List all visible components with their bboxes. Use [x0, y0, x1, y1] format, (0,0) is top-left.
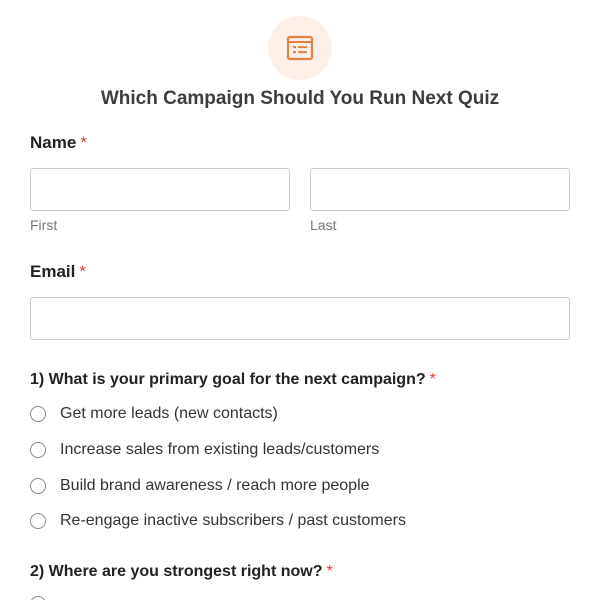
q1-option-awareness[interactable]: Build brand awareness / reach more peopl… [30, 475, 370, 497]
q1-option-reengage[interactable]: Re-engage inactive subscribers / past cu… [30, 510, 406, 532]
first-name-sublabel: First [30, 217, 58, 233]
last-name-sublabel: Last [310, 217, 337, 233]
form-title: Which Campaign Should You Run Next Quiz [100, 88, 500, 109]
question-1-label: 1) What is your primary goal for the nex… [30, 370, 436, 390]
question-2-label: 2) Where are you strongest right now? * [30, 562, 333, 582]
q1-option-leads[interactable]: Get more leads (new contacts) [30, 403, 278, 425]
first-name-input[interactable] [30, 168, 290, 211]
q1-option-sales[interactable]: Increase sales from existing leads/custo… [30, 439, 379, 461]
name-field-label: Name * [30, 133, 87, 153]
radio-button[interactable] [30, 442, 46, 458]
form-icon-badge [268, 16, 332, 80]
q1-option-label: Increase sales from existing leads/custo… [60, 441, 380, 458]
question-2-text: 2) Where are you strongest right now? [30, 563, 323, 580]
radio-button[interactable] [30, 478, 46, 494]
last-name-input[interactable] [310, 168, 570, 211]
required-asterisk: * [79, 262, 86, 281]
question-1-text: 1) What is your primary goal for the nex… [30, 371, 426, 388]
q1-option-label: Build brand awareness / reach more peopl… [60, 477, 370, 494]
email-input[interactable] [30, 297, 570, 340]
radio-button[interactable] [30, 406, 46, 422]
email-label-text: Email [30, 262, 76, 281]
radio-button[interactable] [30, 513, 46, 529]
email-field-label: Email * [30, 262, 86, 282]
name-label-text: Name [30, 133, 77, 152]
radio-button[interactable] [30, 596, 46, 600]
required-asterisk: * [80, 133, 87, 152]
required-asterisk: * [429, 371, 436, 388]
q1-option-label: Re-engage inactive subscribers / past cu… [60, 512, 406, 529]
quiz-form: Which Campaign Should You Run Next Quiz … [0, 0, 600, 600]
q1-option-label: Get more leads (new contacts) [60, 405, 278, 422]
required-asterisk: * [326, 563, 333, 580]
form-list-icon [286, 35, 314, 61]
